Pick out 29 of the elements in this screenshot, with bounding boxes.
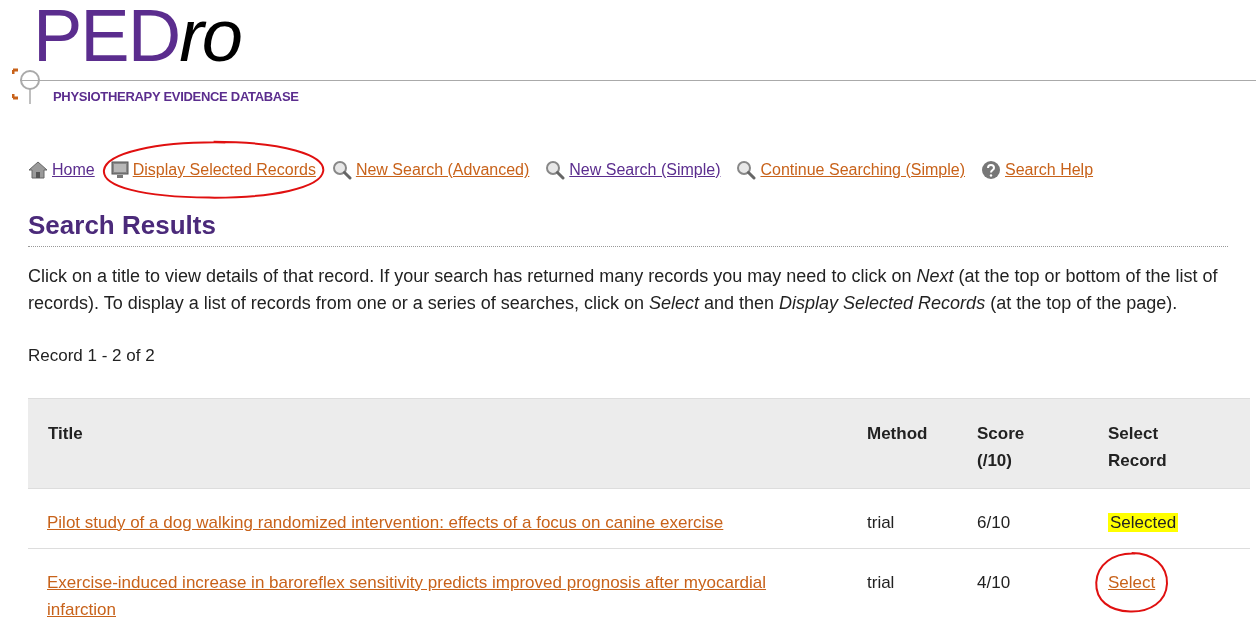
- help-icon: [981, 160, 1001, 180]
- search-icon: [545, 160, 566, 180]
- record-title-link[interactable]: Pilot study of a dog walking randomized intervention: effects of a focus on canine exercise: [47, 508, 792, 536]
- nav-link[interactable]: New Search (Simple): [569, 158, 721, 182]
- table-cell-text: 4/10: [977, 571, 1012, 594]
- nav-link[interactable]: Continue Searching (Simple): [760, 158, 965, 182]
- nav-link[interactable]: New Search (Advanced): [355, 158, 530, 182]
- column-heading: Method: [867, 422, 929, 445]
- house-icon: [28, 161, 48, 179]
- logo-wordmark: PEDro: [33, 0, 241, 72]
- column-heading: Score (/10): [977, 422, 1026, 472]
- record-title-link[interactable]: Exercise-induced increase in baroreflex sensitivity predicts improved prognosis after myocardial infarction: [47, 568, 792, 623]
- nav-link[interactable]: Display Selected Records: [132, 158, 316, 182]
- search-icon: [331, 160, 352, 180]
- record-count: Record 1 - 2 of 2: [28, 345, 156, 367]
- nav-link[interactable]: Search Help: [1005, 158, 1094, 182]
- page-heading: Search Results: [28, 209, 217, 242]
- search-icon: [736, 160, 757, 180]
- column-heading: Select Record: [1108, 422, 1168, 472]
- select-link[interactable]: Select: [1108, 572, 1156, 592]
- monitor-icon: [110, 161, 129, 179]
- intro-paragraph: Click on a title to view details of that record. If your search has returned many records you may need to click on Next (at the top or bottom of the list of records). To display a list of records from one or a series of searches, click on Select and then Display Selected Records (at the top of the page).: [28, 265, 1219, 315]
- selected-status: Selected: [1108, 512, 1179, 532]
- nav-link[interactable]: Home: [52, 158, 95, 182]
- column-heading: Title: [47, 422, 84, 445]
- table-cell-text: 6/10: [977, 511, 1012, 534]
- table-cell-text: trial: [867, 571, 896, 594]
- logo-tagline: PHYSIOTHERAPY EVIDENCE DATABASE: [53, 90, 299, 103]
- table-cell-text: trial: [867, 511, 896, 534]
